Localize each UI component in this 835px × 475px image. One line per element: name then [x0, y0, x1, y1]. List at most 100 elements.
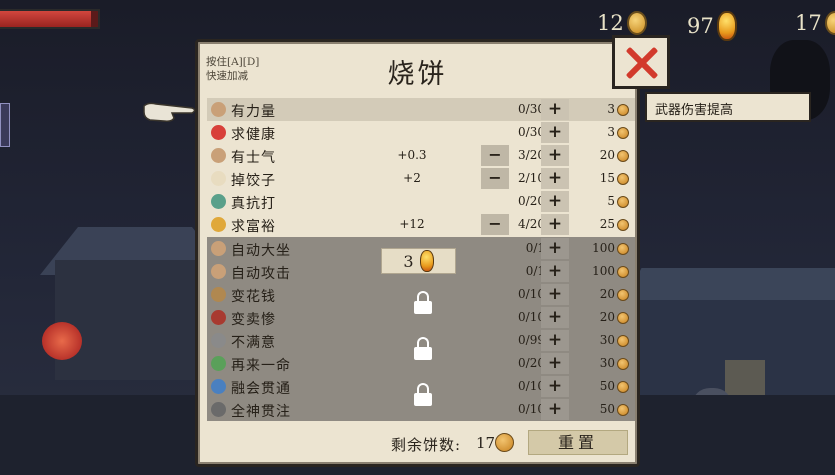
gem-unlock-cost: 3	[403, 251, 414, 271]
cake-icon	[617, 404, 629, 417]
dice-icon	[211, 332, 226, 348]
upgrade-cost: 20	[599, 286, 615, 301]
pointing-hand-icon	[143, 102, 196, 122]
upgrade-row[interactable]: 有力量 0/30 +3	[207, 98, 635, 122]
gem-unlock-button[interactable]: 3	[381, 248, 456, 274]
upgrade-level: 0/10	[518, 402, 545, 417]
upgrade-name: 掉饺子	[231, 173, 276, 190]
upgrade-row[interactable]: 有士气 +0.3−3/20 +20	[207, 144, 635, 167]
increase-button[interactable]: +	[541, 237, 569, 259]
cake-icon	[617, 242, 629, 255]
armor-icon	[211, 194, 226, 210]
upgrade-level: 0/30	[518, 125, 545, 140]
upgrade-level: 0/1	[525, 263, 545, 278]
upgrade-name: 变花钱	[231, 288, 276, 305]
gem-icon	[419, 250, 434, 272]
health-bar	[0, 9, 100, 29]
increase-button[interactable]: +	[541, 306, 569, 328]
lock-icon	[414, 337, 432, 360]
hand-icon	[211, 148, 226, 164]
cake-count: 17	[795, 11, 822, 35]
upgrade-row[interactable]: 求健康 0/30 +3	[207, 121, 635, 144]
increase-button[interactable]: +	[541, 168, 569, 190]
coins-icon	[211, 217, 226, 233]
upgrade-row[interactable]: 真抗打 0/20 +5	[207, 190, 635, 213]
increase-button[interactable]: +	[541, 399, 569, 421]
increase-button[interactable]: +	[541, 191, 569, 213]
upgrade-name: 变卖惨	[231, 311, 276, 328]
cake-icon	[617, 104, 629, 116]
upgrade-cost: 5	[607, 194, 615, 209]
upgrade-level: 2/10	[518, 171, 545, 186]
upgrade-level: 0/20	[518, 356, 545, 371]
close-button[interactable]	[612, 35, 670, 89]
cake-icon	[617, 288, 629, 301]
cake-icon	[617, 173, 629, 186]
health-bar-fill	[0, 11, 92, 27]
upgrade-row[interactable]: 掉饺子 +2−2/10 +15	[207, 167, 635, 190]
upgrade-cost: 20	[599, 309, 615, 324]
increase-button[interactable]: +	[541, 145, 569, 167]
upgrade-name: 不满意	[231, 334, 276, 351]
cake-icon	[617, 381, 629, 394]
upgrade-level: 0/20	[518, 194, 545, 209]
rose-icon	[211, 309, 226, 325]
cake-icon	[495, 433, 514, 452]
upgrade-level: 0/10	[518, 309, 545, 324]
cake-icon	[824, 11, 835, 35]
upgrade-level: 3/20	[518, 148, 545, 163]
upgrade-bonus: +2	[403, 171, 421, 186]
increase-button[interactable]: +	[541, 283, 569, 305]
upgrade-name: 真抗打	[231, 196, 276, 213]
cake-icon	[617, 358, 629, 371]
mushroom-icon	[211, 356, 226, 372]
upgrade-bonus: +0.3	[397, 148, 427, 163]
cross-swords-icon	[211, 379, 226, 395]
upgrade-cost: 20	[599, 148, 615, 163]
hand-point-icon	[211, 263, 226, 279]
coin-icon	[626, 11, 647, 35]
upgrade-name: 融会贯通	[231, 381, 291, 398]
upgrade-cost: 30	[599, 332, 615, 347]
upgrade-cost: 3	[607, 125, 615, 140]
increase-button[interactable]: +	[541, 353, 569, 375]
increase-button[interactable]: +	[541, 260, 569, 282]
coin-count: 12	[597, 11, 624, 35]
side-tab[interactable]	[0, 103, 10, 147]
upgrade-cost: 100	[592, 263, 615, 278]
upgrade-cost: 50	[599, 402, 615, 417]
upgrade-level: 0/10	[518, 379, 545, 394]
upgrade-level: 0/99	[518, 332, 545, 347]
increase-button[interactable]: +	[541, 214, 569, 236]
panel-title: 烧饼	[387, 59, 448, 90]
increase-button[interactable]: +	[541, 122, 569, 144]
reset-button[interactable]: 重置	[528, 430, 628, 455]
upgrade-level: 0/30	[518, 102, 545, 116]
increase-button[interactable]: +	[541, 376, 569, 398]
upgrade-name: 求健康	[231, 127, 276, 144]
upgrade-name: 有力量	[231, 104, 276, 120]
cake-counter: 17	[795, 11, 835, 35]
gem-counter: 97	[687, 11, 737, 41]
dumpling-icon	[211, 171, 226, 187]
upgrade-name: 有士气	[231, 150, 276, 167]
red-lantern	[42, 322, 82, 360]
gem-count: 97	[687, 14, 714, 38]
gem-icon	[716, 11, 737, 41]
fist-icon	[211, 102, 226, 117]
upgrade-row[interactable]: 求富裕 +12−4/20 +25	[207, 213, 635, 236]
upgrade-cost: 25	[599, 217, 615, 232]
upgrade-panel: 按住[A][D] 快速加减 烧饼 有力量 0/30 +3 求健康 0/30 +3 有士气 +0…	[195, 39, 640, 467]
upgrade-level: 4/20	[518, 217, 545, 232]
upgrade-bonus: +12	[399, 217, 425, 232]
cake-icon	[617, 219, 629, 232]
upgrade-cost: 30	[599, 356, 615, 371]
increase-button[interactable]: +	[541, 99, 569, 120]
lock-icon	[414, 290, 432, 314]
coin-counter: 12	[597, 11, 647, 35]
cake-icon	[617, 311, 629, 324]
upgrade-cost: 3	[607, 102, 615, 116]
upgrade-name: 求富裕	[231, 219, 276, 236]
cake-icon	[617, 150, 629, 163]
increase-button[interactable]: +	[541, 329, 569, 351]
